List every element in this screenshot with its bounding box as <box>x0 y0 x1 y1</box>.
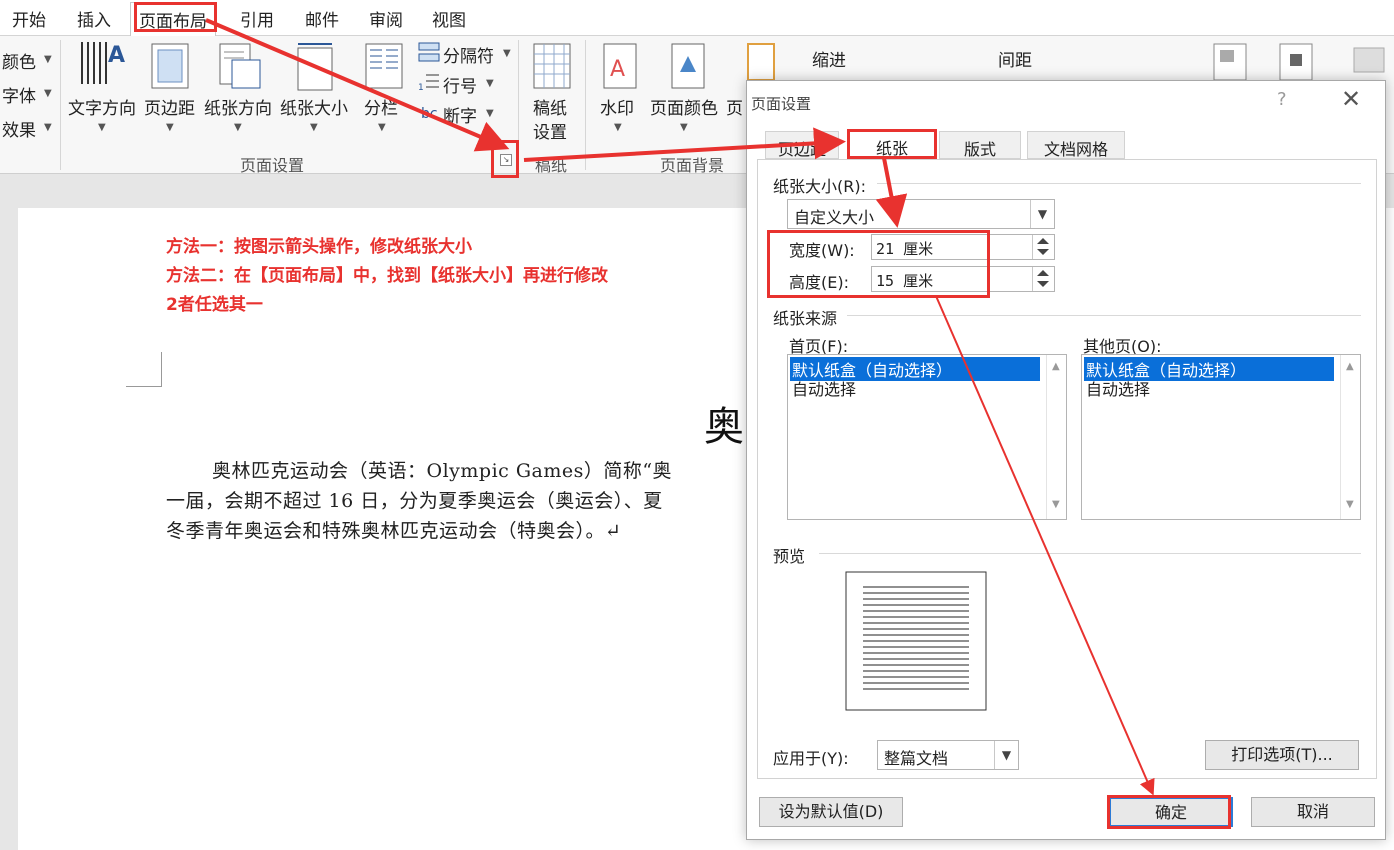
arrow-size-to-ok <box>935 295 1155 796</box>
annotation-arrows <box>205 18 1155 796</box>
arrow-launcher-to-paper-tab <box>523 127 846 162</box>
arrow-tab-to-launcher <box>205 18 510 152</box>
arrow-paper-tab-to-size <box>875 157 908 228</box>
